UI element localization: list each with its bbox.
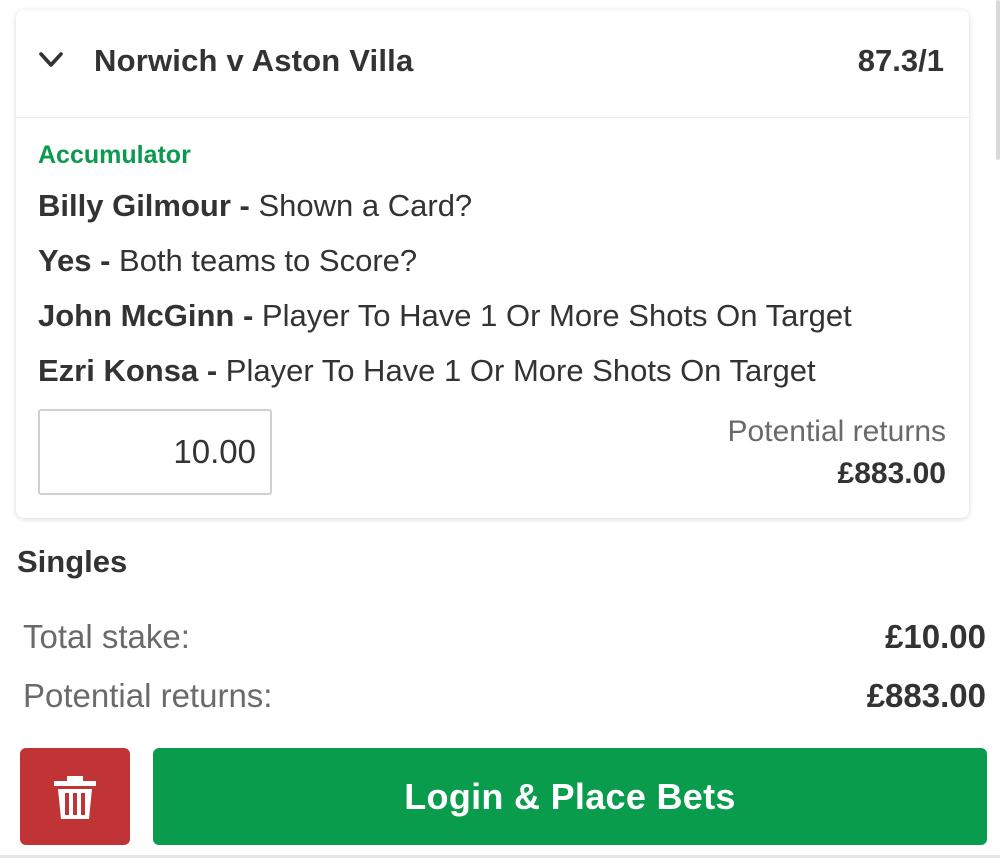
summary-returns-label: Potential returns:: [23, 677, 273, 714]
trash-icon: [54, 776, 96, 819]
selection-item: Ezri Konsa - Player To Have 1 Or More Sh…: [38, 352, 852, 407]
selection-separator: -: [91, 243, 120, 278]
selection-name: Ezri Konsa: [38, 353, 199, 388]
selection-name: John McGinn: [38, 298, 235, 333]
delete-button[interactable]: [20, 748, 130, 845]
selection-separator: -: [234, 298, 262, 333]
selection-list: Billy Gilmour - Shown a Card? Yes - Both…: [38, 187, 852, 407]
potential-returns-value: £883.00: [837, 457, 946, 490]
scrollbar[interactable]: [996, 0, 1000, 160]
selection-separator: -: [198, 353, 226, 388]
bet-slip: Norwich v Aston Villa 87.3/1 Accumulator…: [0, 0, 1000, 858]
selection-name: Yes: [38, 243, 92, 278]
event-title: Norwich v Aston Villa: [94, 43, 414, 78]
selection-market: Player To Have 1 Or More Shots On Target: [225, 353, 816, 388]
selection-separator: -: [230, 188, 259, 223]
login-place-bets-button[interactable]: Login & Place Bets: [153, 748, 987, 845]
card-header[interactable]: Norwich v Aston Villa 87.3/1: [16, 10, 969, 118]
selection-name: Billy Gilmour: [38, 188, 231, 223]
stake-input[interactable]: [38, 409, 272, 495]
selection-item: Yes - Both teams to Score?: [38, 242, 852, 297]
selection-market: Shown a Card?: [258, 188, 473, 223]
total-stake-value: £10.00: [885, 618, 986, 655]
odds-value: 87.3/1: [857, 43, 944, 78]
selection-market: Player To Have 1 Or More Shots On Target: [261, 298, 852, 333]
selection-item: John McGinn - Player To Have 1 Or More S…: [38, 297, 852, 352]
accumulator-card: Norwich v Aston Villa 87.3/1 Accumulator…: [16, 10, 969, 518]
potential-returns-label: Potential returns: [727, 415, 946, 448]
total-stake-label: Total stake:: [23, 618, 190, 655]
summary-returns-value: £883.00: [866, 677, 986, 714]
selection-market: Both teams to Score?: [119, 243, 418, 278]
selection-item: Billy Gilmour - Shown a Card?: [38, 187, 852, 242]
bet-type-label: Accumulator: [38, 141, 191, 169]
singles-heading: Singles: [17, 544, 128, 579]
chevron-down-icon[interactable]: [39, 50, 63, 70]
